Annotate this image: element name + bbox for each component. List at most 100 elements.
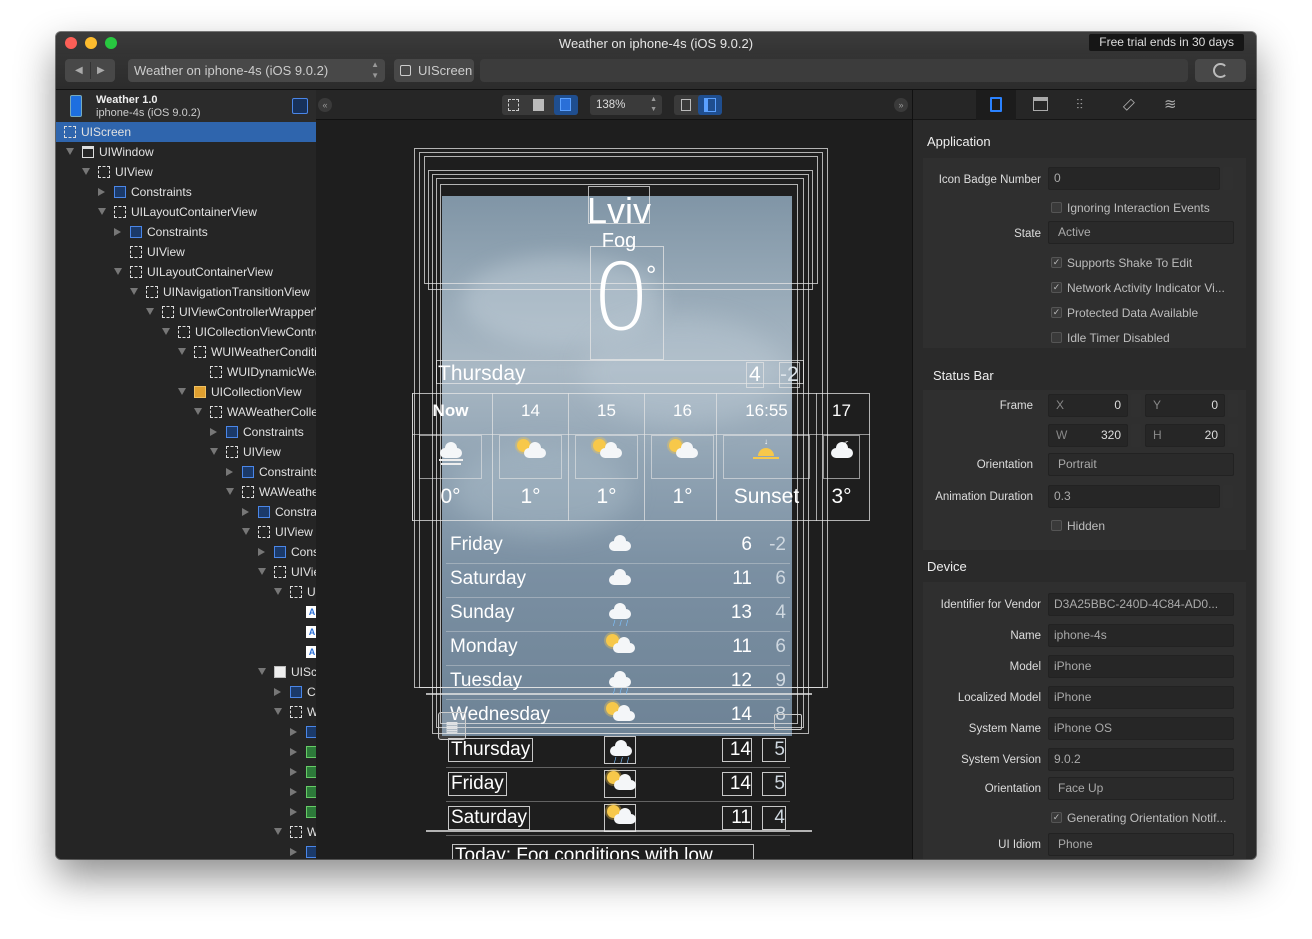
tree-node[interactable]: UIScrollView bbox=[56, 662, 316, 682]
localized-model-field[interactable]: iPhone bbox=[1048, 686, 1234, 709]
tree-node[interactable]: WAView bbox=[56, 822, 316, 842]
tree-node[interactable]: WUIWeatherConditionView bbox=[56, 342, 316, 362]
disclosure-open-icon[interactable] bbox=[210, 448, 218, 455]
tree-node[interactable]: UIView bbox=[56, 522, 316, 542]
tree-node[interactable]: UIViewControllerWrapperView bbox=[56, 302, 316, 322]
tree-node[interactable]: Constraints bbox=[56, 222, 316, 242]
h-stepper[interactable] bbox=[1228, 424, 1238, 447]
system-name-field[interactable]: iPhone OS bbox=[1048, 717, 1234, 740]
tree-node[interactable]: Constraints bbox=[56, 462, 316, 482]
layers-icon[interactable]: ≋ bbox=[1164, 95, 1177, 113]
disclosure-open-icon[interactable] bbox=[274, 588, 282, 595]
network-checkbox[interactable]: ✓ bbox=[1051, 282, 1062, 293]
ui-idiom-select[interactable]: Phone bbox=[1048, 833, 1234, 856]
split-view-button[interactable] bbox=[698, 95, 722, 115]
solid-icon[interactable] bbox=[533, 99, 544, 111]
disclosure-open-icon[interactable] bbox=[258, 668, 266, 675]
zoom-select[interactable]: 138% ▲ ▼ bbox=[590, 95, 662, 115]
tree-node[interactable]: WUIDynamicWeather bbox=[56, 362, 316, 382]
tree-node[interactable] bbox=[56, 802, 316, 822]
disclosure-open-icon[interactable] bbox=[146, 308, 154, 315]
hidden-checkbox[interactable] bbox=[1051, 520, 1062, 531]
icon-badge-field[interactable]: 0 bbox=[1048, 167, 1220, 190]
disclosure-open-icon[interactable] bbox=[258, 568, 266, 575]
disclosure-open-icon[interactable] bbox=[242, 528, 250, 535]
frame-y-field[interactable]: Y0 bbox=[1145, 394, 1225, 417]
tree-node[interactable]: Constraints bbox=[56, 682, 316, 702]
tree-node[interactable] bbox=[56, 762, 316, 782]
disclosure-open-icon[interactable] bbox=[66, 148, 74, 155]
tree-node[interactable]: WAView bbox=[56, 702, 316, 722]
sliders-icon[interactable]: ⫶⫶ bbox=[1076, 96, 1083, 113]
animation-stepper[interactable] bbox=[1223, 485, 1233, 508]
disclosure-closed-icon[interactable] bbox=[290, 788, 297, 796]
ruler-icon[interactable]: ▭ bbox=[1117, 93, 1139, 115]
disclosure-closed-icon[interactable] bbox=[258, 548, 265, 556]
tree-node[interactable]: Constraints bbox=[56, 542, 316, 562]
tree-node[interactable] bbox=[56, 742, 316, 762]
disclosure-closed-icon[interactable] bbox=[242, 508, 249, 516]
tree-node[interactable]: UINavigationTransitionView bbox=[56, 282, 316, 302]
disclosure-closed-icon[interactable] bbox=[210, 428, 217, 436]
tree-node[interactable]: UIScreen bbox=[56, 122, 316, 142]
tree-node[interactable] bbox=[56, 842, 316, 859]
vendor-field[interactable]: D3A25BBC-240D-4C84-AD0... bbox=[1048, 593, 1234, 616]
single-pane-icon[interactable] bbox=[681, 99, 691, 111]
combined-view-button[interactable] bbox=[554, 95, 578, 115]
tree-node[interactable]: UIView bbox=[56, 162, 316, 182]
frame-x-field[interactable]: X0 bbox=[1048, 394, 1128, 417]
tree-node[interactable]: UILayoutContainerView bbox=[56, 202, 316, 222]
device-orientation-select[interactable]: Face Up bbox=[1048, 777, 1234, 800]
disclosure-closed-icon[interactable] bbox=[98, 188, 105, 196]
disclosure-open-icon[interactable] bbox=[98, 208, 106, 215]
tree-node[interactable]: A bbox=[56, 602, 316, 622]
disclosure-open-icon[interactable] bbox=[162, 328, 170, 335]
tree-node[interactable]: UICollectionView bbox=[56, 382, 316, 402]
tree-node[interactable]: A bbox=[56, 642, 316, 662]
disclosure-open-icon[interactable] bbox=[130, 288, 138, 295]
tree-node[interactable]: UIView bbox=[56, 582, 316, 602]
model-field[interactable]: iPhone bbox=[1048, 655, 1234, 678]
tree-node[interactable]: UIView bbox=[56, 562, 316, 582]
collapse-right-icon[interactable]: » bbox=[894, 98, 908, 112]
target-selector[interactable]: Weather on iphone-4s (iOS 9.0.2) ▲ ▼ bbox=[128, 59, 385, 82]
tree-node[interactable]: Constraints bbox=[56, 422, 316, 442]
disclosure-closed-icon[interactable] bbox=[226, 468, 233, 476]
x-stepper[interactable] bbox=[1131, 394, 1141, 417]
tree-node[interactable]: UICollectionViewController bbox=[56, 322, 316, 342]
protected-checkbox[interactable]: ✓ bbox=[1051, 307, 1062, 318]
disclosure-closed-icon[interactable] bbox=[290, 848, 297, 856]
disclosure-open-icon[interactable] bbox=[82, 168, 90, 175]
icon-badge-stepper[interactable] bbox=[1223, 167, 1233, 190]
disclosure-open-icon[interactable] bbox=[178, 348, 186, 355]
tree-node[interactable]: WAWeatherCollectionCell bbox=[56, 402, 316, 422]
orientation-select[interactable]: Portrait bbox=[1048, 453, 1234, 476]
disclosure-closed-icon[interactable] bbox=[290, 748, 297, 756]
tree-node[interactable]: WAWeatherView bbox=[56, 482, 316, 502]
select-element-icon[interactable] bbox=[292, 98, 308, 114]
tree-node[interactable]: UIView bbox=[56, 442, 316, 462]
disclosure-closed-icon[interactable] bbox=[290, 728, 297, 736]
tab-layout[interactable] bbox=[1033, 97, 1048, 111]
gen-orientation-checkbox[interactable]: ✓ bbox=[1051, 812, 1062, 823]
disclosure-closed-icon[interactable] bbox=[114, 228, 121, 236]
frame-h-field[interactable]: H 20 bbox=[1145, 424, 1225, 447]
disclosure-open-icon[interactable] bbox=[194, 408, 202, 415]
tree-node[interactable]: UIView bbox=[56, 242, 316, 262]
tree-node[interactable]: A bbox=[56, 622, 316, 642]
disclosure-open-icon[interactable] bbox=[274, 828, 282, 835]
disclosure-open-icon[interactable] bbox=[178, 388, 186, 395]
disclosure-closed-icon[interactable] bbox=[290, 808, 297, 816]
forward-arrow-icon[interactable]: ▶ bbox=[97, 59, 105, 82]
refresh-button[interactable] bbox=[1195, 59, 1246, 82]
disclosure-open-icon[interactable] bbox=[226, 488, 234, 495]
tree-node[interactable]: Constraints bbox=[56, 182, 316, 202]
collapse-left-icon[interactable]: « bbox=[318, 98, 332, 112]
ignoring-checkbox[interactable] bbox=[1051, 202, 1062, 213]
tree-node[interactable]: Constraints bbox=[56, 502, 316, 522]
disclosure-closed-icon[interactable] bbox=[274, 688, 281, 696]
state-select[interactable]: Active bbox=[1048, 221, 1234, 244]
wireframe-icon[interactable] bbox=[508, 99, 519, 111]
breadcrumb[interactable]: UIScreen bbox=[394, 59, 474, 82]
disclosure-closed-icon[interactable] bbox=[290, 768, 297, 776]
